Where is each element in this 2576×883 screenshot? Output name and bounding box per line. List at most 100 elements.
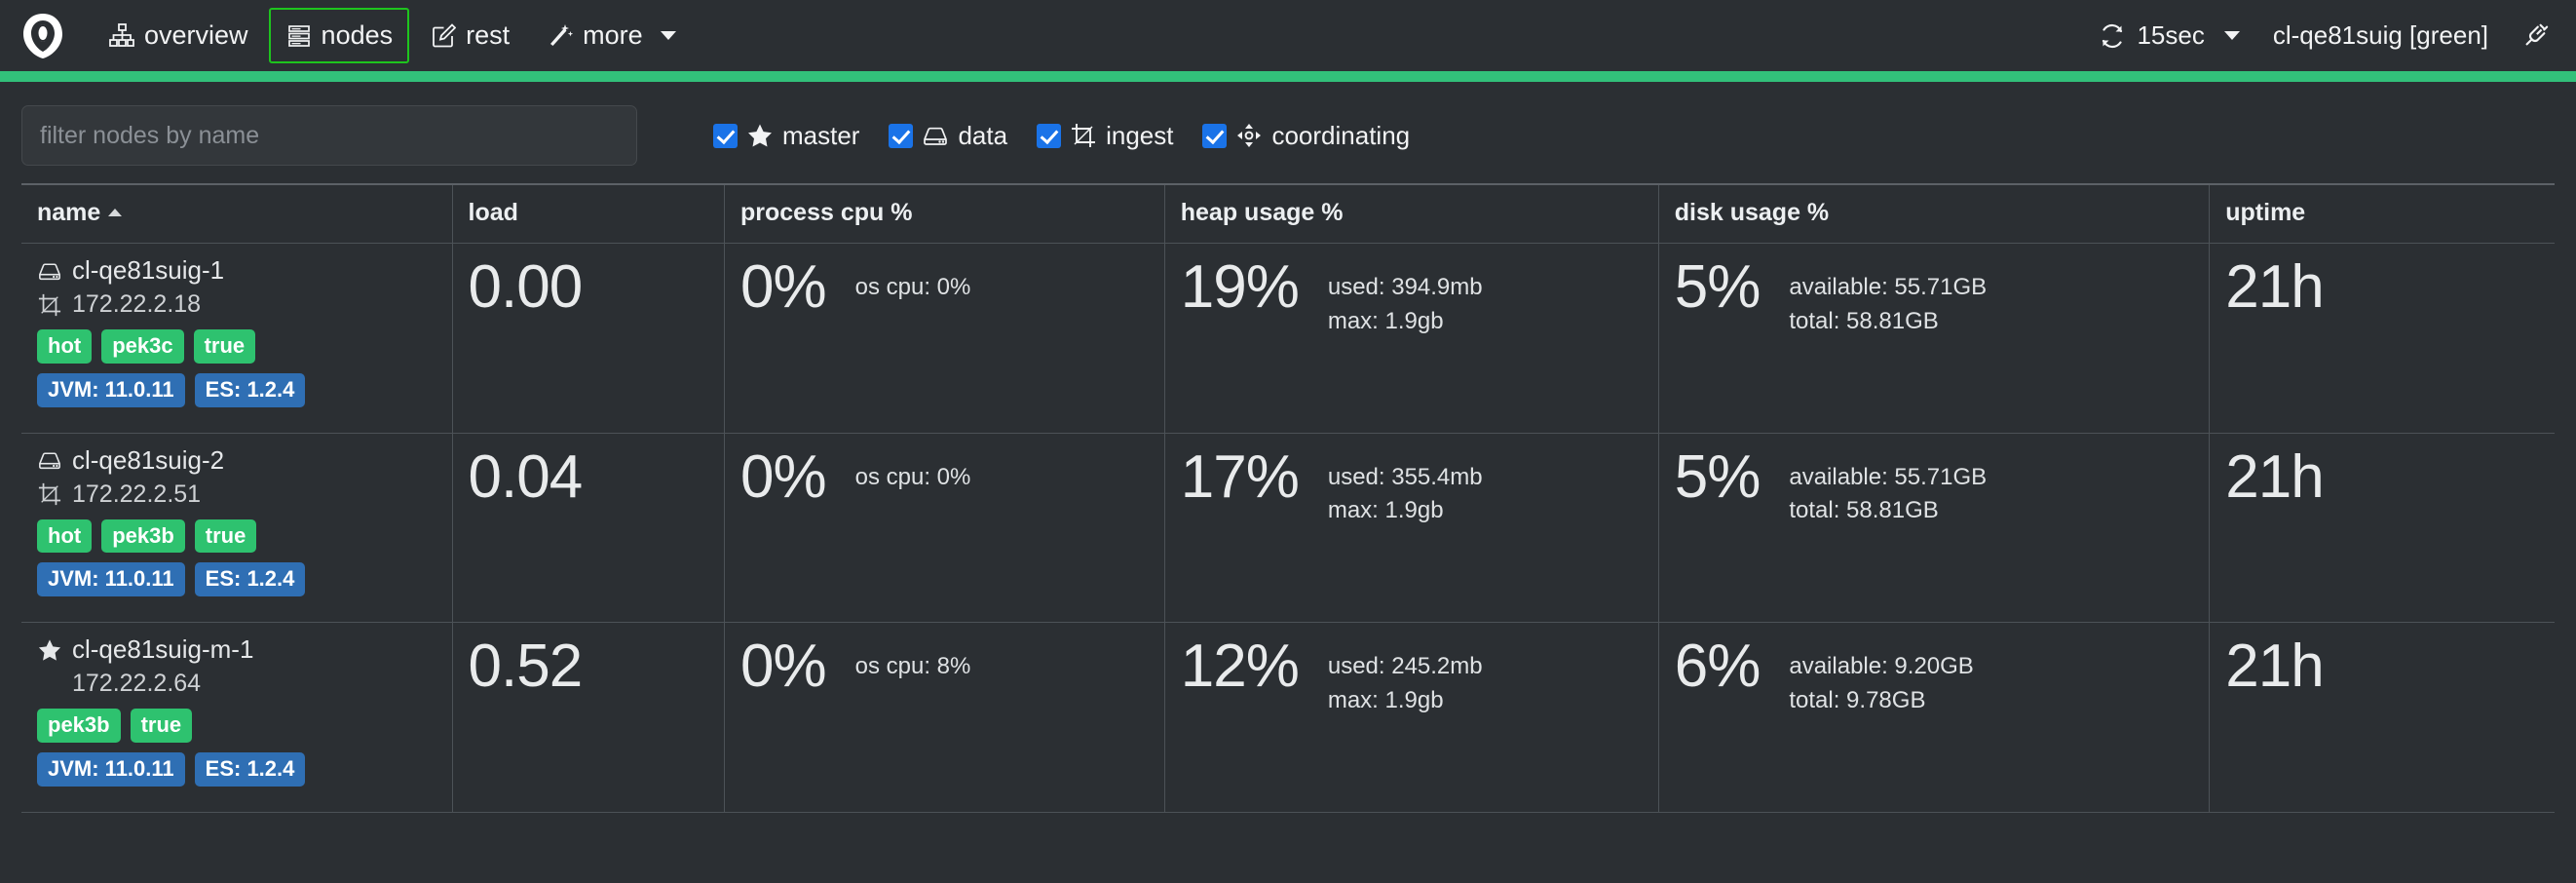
navbar-right: 15sec cl-qe81suig [green] [2099,20,2549,51]
ingest-checkbox[interactable] [1037,123,1062,148]
role-filter-ingest[interactable]: ingest [1037,121,1173,151]
refresh-icon [2099,22,2126,50]
cell-disk-usage: 5% available: 55.71GB total: 58.81GB [1658,243,2211,434]
disk-available-value: available: 9.20GB [1789,653,1974,679]
uptime-value: 21h [2225,442,2324,511]
cerebro-logo-icon[interactable] [16,9,70,63]
node-name-label: cl-qe81suig-2 [72,444,225,475]
top-navbar: overview nodes rest more 15sec cl-qe81su… [0,0,2576,71]
role-filter-data[interactable]: data [889,121,1007,151]
cell-process-cpu: 0% os cpu: 0% [724,243,1165,434]
nav-item-nodes[interactable]: nodes [268,8,410,63]
version-badge: JVM: 11.0.11 [37,562,185,596]
coordinating-checkbox[interactable] [1202,123,1228,148]
column-header-name[interactable]: name [21,184,453,244]
cluster-health-bar [0,71,2576,82]
version-badge: JVM: 11.0.11 [37,751,185,787]
table-row: cl-qe81suig-m-1 172.22.2.64 pek3b true JV… [21,622,2555,813]
nav-item-more-label: more [583,20,643,50]
column-header-process-cpu[interactable]: process cpu % [724,184,1165,244]
cell-heap-usage: 12% used: 245.2mb max: 1.9gb [1164,622,1659,813]
data-checkbox[interactable] [889,123,914,148]
disk-total-value: total: 58.81GB [1789,497,1939,524]
attribute-badge: hot [37,329,93,364]
disconnect-button[interactable] [2521,22,2549,50]
role-filter-ingest-label: ingest [1106,120,1174,150]
role-filter-coordinating[interactable]: coordinating [1202,121,1410,151]
os-cpu-value: os cpu: 0% [854,274,971,300]
master-checkbox[interactable] [713,123,738,148]
heap-used-value: used: 394.9mb [1327,274,1483,300]
cell-uptime: 21h [2209,243,2555,434]
refresh-interval-dropdown[interactable]: 15sec [2099,20,2240,51]
column-header-uptime[interactable]: uptime [2209,184,2555,244]
uptime-value: 21h [2225,253,2324,321]
disk-available-value: available: 55.71GB [1789,274,1988,300]
cell-node-name: cl-qe81suig-1 172.22.2.18 hot pek3c true J… [21,243,453,434]
nav-item-overview[interactable]: overview [92,8,265,63]
attribute-badge: pek3b [37,709,121,743]
column-header-load[interactable]: load [452,184,725,244]
load-value: 0.52 [468,633,584,700]
role-filter-master-label: master [782,120,860,150]
magic-wand-icon [547,22,574,50]
heap-used-value: used: 355.4mb [1327,463,1483,490]
uptime-value: 21h [2225,633,2324,700]
disk-available-value: available: 55.71GB [1789,463,1988,490]
version-badges: JVM: 11.0.11 ES: 1.2.4 [37,562,436,596]
attribute-badge: true [130,709,193,743]
cell-heap-usage: 19% used: 394.9mb max: 1.9gb [1164,243,1659,434]
nav-item-more[interactable]: more [530,8,693,63]
filter-nodes-input[interactable] [21,105,637,166]
column-header-disk-usage[interactable]: disk usage % [1658,184,2211,244]
process-cpu-value: 0% [740,253,827,321]
heap-max-value: max: 1.9gb [1327,686,1444,713]
disk-icon [923,123,948,148]
cell-uptime: 21h [2209,622,2555,813]
star-icon [37,637,61,662]
heap-percent-value: 17% [1180,442,1300,511]
nodes-table-body: cl-qe81suig-1 172.22.2.18 hot pek3c true J… [21,243,2555,813]
chevron-down-icon [2223,31,2240,40]
cell-disk-usage: 5% available: 55.71GB total: 58.81GB [1658,433,2211,623]
cell-process-cpu: 0% os cpu: 0% [724,433,1165,623]
nav-item-rest[interactable]: rest [413,8,526,63]
attribute-badge: hot [37,518,93,554]
chevron-down-icon [660,31,676,40]
role-filter-master[interactable]: master [713,121,859,151]
table-row: cl-qe81suig-2 172.22.2.51 hot pek3b true J… [21,433,2555,623]
heap-max-value: max: 1.9gb [1327,497,1444,524]
node-name-label: cl-qe81suig-m-1 [72,634,254,664]
node-name-line: cl-qe81suig-2 [37,445,436,476]
node-name-label: cl-qe81suig-1 [72,255,225,285]
refresh-interval-label: 15sec [2137,20,2205,50]
cluster-name-label[interactable]: cl-qe81suig [green] [2273,20,2488,51]
disk-percent-value: 5% [1674,253,1762,321]
table-row: cl-qe81suig-1 172.22.2.18 hot pek3c true J… [21,243,2555,434]
table-header-row: name load process cpu % heap usage % dis… [21,184,2555,244]
heap-percent-value: 12% [1180,633,1300,700]
disk-icon [37,448,61,473]
os-cpu-value: os cpu: 8% [854,653,971,679]
sort-asc-icon [108,209,123,216]
attribute-badge: pek3c [101,329,184,364]
version-badge: JVM: 11.0.11 [37,372,185,407]
sitemap-icon [108,22,135,50]
role-filter-coordinating-label: coordinating [1271,120,1411,150]
cell-load: 0.04 [452,433,725,623]
column-header-heap-usage[interactable]: heap usage % [1164,184,1659,244]
cell-load: 0.52 [452,622,725,813]
version-badges: JVM: 11.0.11 ES: 1.2.4 [37,372,436,407]
server-list-icon [285,22,313,50]
process-cpu-value: 0% [740,633,827,700]
cell-uptime: 21h [2209,433,2555,623]
version-badge: ES: 1.2.4 [194,372,306,407]
star-icon [747,123,773,148]
load-value: 0.00 [468,253,584,321]
attribute-badge: true [194,518,257,554]
diamond-arrows-icon [1236,123,1262,148]
column-header-name-label: name [37,199,101,226]
cell-node-name: cl-qe81suig-2 172.22.2.51 hot pek3b true J… [21,433,453,623]
attribute-badges: hot pek3b true [37,518,436,554]
node-ip-label: 172.22.2.18 [72,290,202,318]
